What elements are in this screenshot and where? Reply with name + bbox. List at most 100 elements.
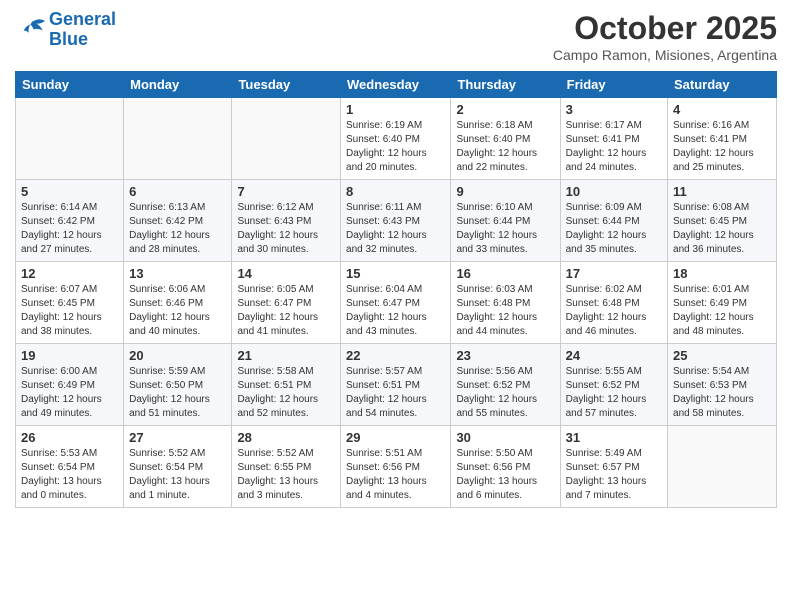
day-info: Sunrise: 5:59 AM Sunset: 6:50 PM Dayligh… <box>129 365 226 421</box>
calendar-cell: 27 Sunrise: 5:52 AM Sunset: 6:54 PM Dayli… <box>124 426 232 508</box>
day-info: Sunrise: 6:06 AM Sunset: 6:46 PM Dayligh… <box>129 283 226 339</box>
day-info: Sunrise: 6:18 AM Sunset: 6:40 PM Dayligh… <box>456 119 554 175</box>
day-number: 2 <box>456 102 554 117</box>
day-info: Sunrise: 6:19 AM Sunset: 6:40 PM Dayligh… <box>346 119 445 175</box>
day-info: Sunrise: 6:07 AM Sunset: 6:45 PM Dayligh… <box>21 283 118 339</box>
day-number: 27 <box>129 430 226 445</box>
logo-bird-icon <box>15 17 45 42</box>
calendar-cell: 5Sunrise: 6:14 AM Sunset: 6:42 PM Daylig… <box>16 180 124 262</box>
day-info: Sunrise: 5:50 AM Sunset: 6:56 PM Dayligh… <box>456 447 554 503</box>
calendar-cell: 13 Sunrise: 6:06 AM Sunset: 6:46 PM Dayli… <box>124 262 232 344</box>
page-header: General Blue October 2025 Campo Ramon, M… <box>15 10 777 63</box>
day-info: Sunrise: 6:08 AM Sunset: 6:45 PM Dayligh… <box>673 201 771 257</box>
calendar-week-row: 5Sunrise: 6:14 AM Sunset: 6:42 PM Daylig… <box>16 180 777 262</box>
day-number: 21 <box>237 348 335 363</box>
calendar-cell: 21 Sunrise: 5:58 AM Sunset: 6:51 PM Dayli… <box>232 344 341 426</box>
day-info: Sunrise: 6:10 AM Sunset: 6:44 PM Dayligh… <box>456 201 554 257</box>
calendar-cell: 18Sunrise: 6:01 AM Sunset: 6:49 PM Dayli… <box>668 262 777 344</box>
calendar-header-row: SundayMondayTuesdayWednesdayThursdayFrid… <box>16 72 777 98</box>
day-info: Sunrise: 6:14 AM Sunset: 6:42 PM Dayligh… <box>21 201 118 257</box>
day-number: 10 <box>566 184 662 199</box>
day-number: 4 <box>673 102 771 117</box>
weekday-header: Sunday <box>16 72 124 98</box>
calendar-cell: 16 Sunrise: 6:03 AM Sunset: 6:48 PM Dayli… <box>451 262 560 344</box>
weekday-header: Monday <box>124 72 232 98</box>
day-info: Sunrise: 5:58 AM Sunset: 6:51 PM Dayligh… <box>237 365 335 421</box>
calendar-cell <box>668 426 777 508</box>
day-info: Sunrise: 6:04 AM Sunset: 6:47 PM Dayligh… <box>346 283 445 339</box>
day-number: 16 <box>456 266 554 281</box>
calendar-cell: 7 Sunrise: 6:12 AM Sunset: 6:43 PM Daylig… <box>232 180 341 262</box>
day-number: 23 <box>456 348 554 363</box>
calendar-cell: 30 Sunrise: 5:50 AM Sunset: 6:56 PM Dayli… <box>451 426 560 508</box>
calendar-week-row: 1 Sunrise: 6:19 AM Sunset: 6:40 PM Daylig… <box>16 98 777 180</box>
calendar-cell <box>16 98 124 180</box>
day-info: Sunrise: 6:00 AM Sunset: 6:49 PM Dayligh… <box>21 365 118 421</box>
day-info: Sunrise: 6:16 AM Sunset: 6:41 PM Dayligh… <box>673 119 771 175</box>
day-number: 20 <box>129 348 226 363</box>
day-number: 1 <box>346 102 445 117</box>
calendar-week-row: 19 Sunrise: 6:00 AM Sunset: 6:49 PM Dayli… <box>16 344 777 426</box>
day-number: 13 <box>129 266 226 281</box>
day-info: Sunrise: 6:12 AM Sunset: 6:43 PM Dayligh… <box>237 201 335 257</box>
calendar-cell: 28 Sunrise: 5:52 AM Sunset: 6:55 PM Dayli… <box>232 426 341 508</box>
calendar-cell: 17Sunrise: 6:02 AM Sunset: 6:48 PM Dayli… <box>560 262 667 344</box>
day-info: Sunrise: 5:57 AM Sunset: 6:51 PM Dayligh… <box>346 365 445 421</box>
calendar-cell: 9 Sunrise: 6:10 AM Sunset: 6:44 PM Daylig… <box>451 180 560 262</box>
day-info: Sunrise: 5:51 AM Sunset: 6:56 PM Dayligh… <box>346 447 445 503</box>
calendar-cell: 6Sunrise: 6:13 AM Sunset: 6:42 PM Daylig… <box>124 180 232 262</box>
day-number: 28 <box>237 430 335 445</box>
day-info: Sunrise: 5:53 AM Sunset: 6:54 PM Dayligh… <box>21 447 118 503</box>
day-info: Sunrise: 5:49 AM Sunset: 6:57 PM Dayligh… <box>566 447 662 503</box>
day-number: 15 <box>346 266 445 281</box>
calendar-cell <box>232 98 341 180</box>
calendar-cell: 8 Sunrise: 6:11 AM Sunset: 6:43 PM Daylig… <box>341 180 451 262</box>
day-number: 8 <box>346 184 445 199</box>
calendar-week-row: 12 Sunrise: 6:07 AM Sunset: 6:45 PM Dayli… <box>16 262 777 344</box>
day-number: 22 <box>346 348 445 363</box>
location-subtitle: Campo Ramon, Misiones, Argentina <box>553 47 777 63</box>
day-number: 12 <box>21 266 118 281</box>
day-info: Sunrise: 6:11 AM Sunset: 6:43 PM Dayligh… <box>346 201 445 257</box>
day-info: Sunrise: 6:03 AM Sunset: 6:48 PM Dayligh… <box>456 283 554 339</box>
calendar-cell: 26 Sunrise: 5:53 AM Sunset: 6:54 PM Dayli… <box>16 426 124 508</box>
day-info: Sunrise: 5:52 AM Sunset: 6:55 PM Dayligh… <box>237 447 335 503</box>
weekday-header: Saturday <box>668 72 777 98</box>
weekday-header: Tuesday <box>232 72 341 98</box>
day-info: Sunrise: 5:55 AM Sunset: 6:52 PM Dayligh… <box>566 365 662 421</box>
month-title: October 2025 <box>553 10 777 47</box>
calendar-week-row: 26 Sunrise: 5:53 AM Sunset: 6:54 PM Dayli… <box>16 426 777 508</box>
calendar-cell: 11Sunrise: 6:08 AM Sunset: 6:45 PM Dayli… <box>668 180 777 262</box>
title-block: October 2025 Campo Ramon, Misiones, Arge… <box>553 10 777 63</box>
day-number: 25 <box>673 348 771 363</box>
calendar-cell <box>124 98 232 180</box>
calendar-cell: 29 Sunrise: 5:51 AM Sunset: 6:56 PM Dayli… <box>341 426 451 508</box>
calendar-cell: 4 Sunrise: 6:16 AM Sunset: 6:41 PM Daylig… <box>668 98 777 180</box>
calendar-cell: 25 Sunrise: 5:54 AM Sunset: 6:53 PM Dayli… <box>668 344 777 426</box>
day-number: 19 <box>21 348 118 363</box>
day-info: Sunrise: 5:54 AM Sunset: 6:53 PM Dayligh… <box>673 365 771 421</box>
logo: General Blue <box>15 10 116 50</box>
day-info: Sunrise: 6:01 AM Sunset: 6:49 PM Dayligh… <box>673 283 771 339</box>
day-number: 26 <box>21 430 118 445</box>
calendar-cell: 14Sunrise: 6:05 AM Sunset: 6:47 PM Dayli… <box>232 262 341 344</box>
day-info: Sunrise: 5:56 AM Sunset: 6:52 PM Dayligh… <box>456 365 554 421</box>
weekday-header: Thursday <box>451 72 560 98</box>
weekday-header: Wednesday <box>341 72 451 98</box>
day-number: 9 <box>456 184 554 199</box>
calendar-cell: 15 Sunrise: 6:04 AM Sunset: 6:47 PM Dayli… <box>341 262 451 344</box>
calendar-cell: 1 Sunrise: 6:19 AM Sunset: 6:40 PM Daylig… <box>341 98 451 180</box>
day-number: 3 <box>566 102 662 117</box>
day-number: 7 <box>237 184 335 199</box>
calendar-cell: 3Sunrise: 6:17 AM Sunset: 6:41 PM Daylig… <box>560 98 667 180</box>
day-number: 24 <box>566 348 662 363</box>
day-number: 14 <box>237 266 335 281</box>
calendar-cell: 10Sunrise: 6:09 AM Sunset: 6:44 PM Dayli… <box>560 180 667 262</box>
calendar-cell: 24 Sunrise: 5:55 AM Sunset: 6:52 PM Dayli… <box>560 344 667 426</box>
calendar-cell: 31Sunrise: 5:49 AM Sunset: 6:57 PM Dayli… <box>560 426 667 508</box>
day-number: 30 <box>456 430 554 445</box>
day-info: Sunrise: 5:52 AM Sunset: 6:54 PM Dayligh… <box>129 447 226 503</box>
day-number: 29 <box>346 430 445 445</box>
calendar-cell: 2 Sunrise: 6:18 AM Sunset: 6:40 PM Daylig… <box>451 98 560 180</box>
calendar-cell: 19 Sunrise: 6:00 AM Sunset: 6:49 PM Dayli… <box>16 344 124 426</box>
